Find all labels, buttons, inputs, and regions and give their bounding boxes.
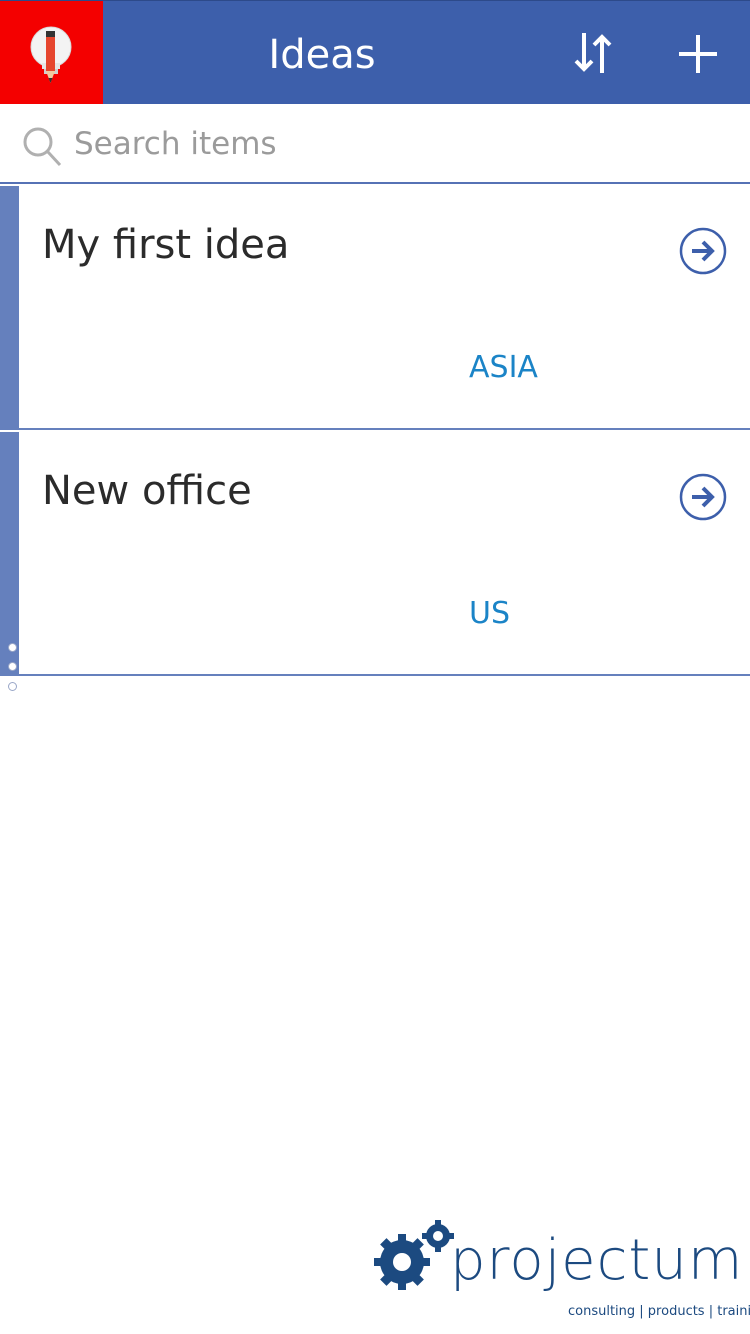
item-title: New office bbox=[42, 468, 252, 514]
item-region: ASIA bbox=[469, 350, 538, 385]
lightbulb-pencil-icon bbox=[30, 26, 72, 83]
brand-logo: projectum consulting | products | traini… bbox=[372, 1218, 750, 1328]
loading-dot bbox=[8, 682, 17, 691]
list-item[interactable]: New office US bbox=[0, 432, 750, 676]
search-icon bbox=[23, 127, 62, 167]
loading-dot bbox=[8, 643, 17, 652]
add-item-button[interactable] bbox=[672, 27, 724, 79]
sort-button[interactable] bbox=[566, 27, 622, 79]
brand-tagline: consulting | products | training bbox=[568, 1304, 750, 1319]
item-accent-bar bbox=[0, 432, 19, 676]
brand-name: projectum bbox=[450, 1228, 744, 1293]
loading-dot bbox=[8, 662, 17, 671]
app-logo bbox=[0, 1, 103, 105]
sort-arrows-icon bbox=[574, 33, 612, 73]
search-bar bbox=[0, 104, 750, 184]
plus-icon bbox=[679, 35, 717, 73]
arrow-right-circle-icon[interactable] bbox=[679, 227, 727, 275]
app-header: Ideas bbox=[0, 0, 750, 105]
item-title: My first idea bbox=[42, 222, 290, 268]
list-item[interactable]: My first idea ASIA bbox=[0, 186, 750, 430]
item-divider bbox=[0, 428, 750, 430]
arrow-right-circle-icon[interactable] bbox=[679, 473, 727, 521]
item-accent-bar bbox=[0, 186, 19, 430]
item-divider bbox=[0, 674, 750, 676]
gears-icon bbox=[374, 1220, 454, 1290]
search-input[interactable] bbox=[74, 116, 714, 172]
item-region: US bbox=[469, 596, 511, 631]
page-title: Ideas bbox=[268, 32, 376, 78]
